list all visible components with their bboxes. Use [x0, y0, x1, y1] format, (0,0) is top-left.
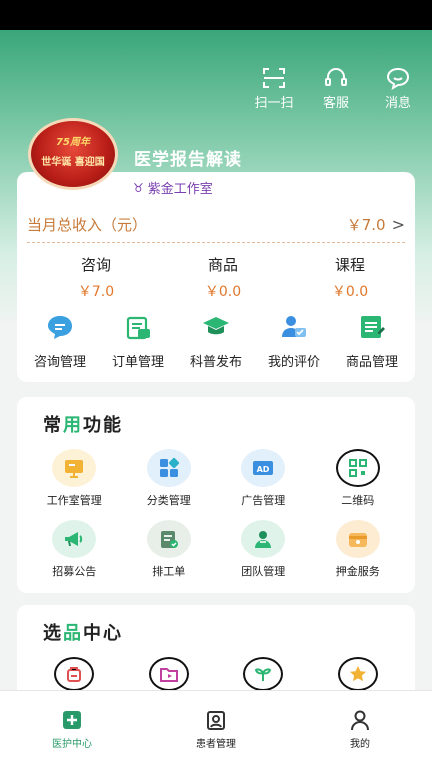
tab-label: 医护中心 — [52, 739, 92, 750]
scan-icon — [263, 68, 285, 88]
plant-icon — [255, 668, 272, 681]
scan-button[interactable]: 扫一扫 — [250, 66, 298, 111]
consult-icon — [48, 316, 72, 339]
function-team-management[interactable]: 团队管理 — [216, 520, 311, 579]
studio-icon — [65, 460, 84, 478]
common-functions-grid: 工作室管理 分类管理 AD 广告管理 二维码 招募公告 排工单 团队管理 押金服… — [27, 449, 405, 579]
avatar[interactable]: 75周年 世华诞 喜迎国 — [28, 118, 118, 190]
customer-service-label: 客服 — [322, 96, 349, 111]
studio-label: 紫金工作室 — [147, 182, 213, 197]
status-bar — [0, 0, 432, 30]
function-work-order[interactable]: 排工单 — [122, 520, 217, 579]
function-label: 排工单 — [152, 565, 186, 578]
function-label: 广告管理 — [241, 494, 286, 507]
medical-plus-icon — [63, 711, 81, 729]
quick-label: 科普发布 — [189, 355, 242, 370]
selection-center-grid — [27, 657, 405, 691]
quick-goods-management[interactable]: 商品管理 — [333, 312, 411, 370]
avatar-top-text: 75周年 — [56, 137, 90, 148]
tab-patient-management[interactable]: 患者管理 — [166, 709, 266, 768]
qr-code-icon — [348, 459, 367, 477]
review-icon — [282, 316, 306, 337]
team-icon — [255, 531, 272, 548]
function-deposit-service[interactable]: 押金服务 — [311, 520, 406, 579]
bottom-tab-bar: 医护中心 患者管理 我的 — [0, 690, 432, 768]
megaphone-icon — [65, 532, 83, 546]
scan-label: 扫一扫 — [254, 96, 294, 111]
function-ad-management[interactable]: AD 广告管理 — [216, 449, 311, 508]
common-functions-title: 常用功能 — [43, 415, 123, 436]
quick-science-publish[interactable]: 科普发布 — [177, 312, 255, 370]
selection-center-title: 选品中心 — [43, 623, 123, 644]
customer-service-button[interactable]: 客服 — [312, 66, 360, 111]
headset-icon — [325, 68, 347, 86]
order-icon — [126, 316, 150, 340]
stat-value: ￥0.0 — [331, 284, 369, 300]
income-row[interactable]: 当月总收入（元） ￥7.0 > — [27, 214, 405, 235]
deposit-icon — [348, 533, 367, 547]
stat-course[interactable]: 课程 ￥0.0 — [315, 254, 385, 301]
quick-order-management[interactable]: 订单管理 — [99, 312, 177, 370]
quick-label: 我的评价 — [267, 355, 320, 370]
tab-label: 患者管理 — [196, 739, 236, 750]
video-folder-icon — [159, 668, 178, 682]
function-label: 二维码 — [341, 494, 375, 507]
message-icon — [386, 67, 410, 90]
svg-text:AD: AD — [257, 465, 270, 474]
star-icon — [349, 666, 366, 682]
function-studio-management[interactable]: 工作室管理 — [27, 449, 122, 508]
top-actions: 扫一扫 客服 消息 — [250, 66, 422, 111]
studio-badge: ♉ 紫金工作室 — [133, 178, 213, 198]
common-functions-card: 常用功能 工作室管理 分类管理 AD 广告管理 二维码 招募公告 排工单 团队管… — [17, 397, 415, 593]
income-label: 当月总收入（元） — [27, 216, 148, 234]
quick-label: 订单管理 — [111, 355, 164, 370]
function-label: 押金服务 — [335, 565, 380, 578]
quick-my-reviews[interactable]: 我的评价 — [255, 312, 333, 370]
medal-icon: ♉ — [133, 180, 144, 195]
selection-item-video[interactable] — [122, 657, 217, 691]
selection-item-bag[interactable] — [27, 657, 122, 691]
store-name: 医学报告解读 — [134, 150, 242, 170]
patient-card-icon — [207, 711, 225, 730]
function-label: 工作室管理 — [46, 494, 102, 507]
stat-label: 商品 — [207, 256, 238, 274]
graduation-cap-icon — [203, 317, 229, 335]
function-label: 团队管理 — [241, 565, 286, 578]
bag-icon — [67, 667, 82, 682]
quick-consult-management[interactable]: 咨询管理 — [21, 312, 99, 370]
selection-item-plant[interactable] — [216, 657, 311, 691]
function-recruit-notice[interactable]: 招募公告 — [27, 520, 122, 579]
messages-button[interactable]: 消息 — [374, 66, 422, 111]
summary-card: ♉ 紫金工作室 当月总收入（元） ￥7.0 > 咨询 ￥7.0 商品 ￥0.0 … — [17, 172, 415, 382]
goods-icon — [361, 316, 385, 338]
income-stats: 咨询 ￥7.0 商品 ￥0.0 课程 ￥0.0 — [17, 254, 415, 301]
tab-label: 我的 — [350, 739, 370, 750]
user-icon — [351, 710, 369, 731]
work-order-icon — [160, 531, 178, 548]
quick-label: 咨询管理 — [33, 355, 86, 370]
ad-icon: AD — [253, 461, 274, 475]
stat-value: ￥0.0 — [204, 284, 242, 300]
messages-label: 消息 — [384, 96, 411, 111]
income-value: ￥7.0 — [346, 216, 386, 234]
tab-medical-center[interactable]: 医护中心 — [22, 709, 122, 768]
stat-label: 咨询 — [80, 256, 111, 274]
stat-value: ￥7.0 — [77, 284, 115, 300]
stat-label: 课程 — [334, 256, 365, 274]
tab-mine[interactable]: 我的 — [310, 709, 410, 768]
function-qr-code[interactable]: 二维码 — [311, 449, 406, 508]
stat-consult[interactable]: 咨询 ￥7.0 — [61, 254, 131, 301]
quick-label: 商品管理 — [345, 355, 398, 370]
stat-goods[interactable]: 商品 ￥0.0 — [188, 254, 258, 301]
chevron-right-icon: > — [391, 215, 405, 234]
selection-item-star[interactable] — [311, 657, 406, 691]
category-icon — [159, 457, 179, 477]
function-category-management[interactable]: 分类管理 — [122, 449, 217, 508]
avatar-bottom-text: 世华诞 喜迎国 — [41, 157, 105, 168]
function-label: 招募公告 — [52, 565, 97, 578]
function-label: 分类管理 — [146, 494, 191, 507]
divider — [27, 242, 405, 243]
quick-actions: 咨询管理 订单管理 科普发布 我的评价 商品管理 — [17, 312, 415, 370]
